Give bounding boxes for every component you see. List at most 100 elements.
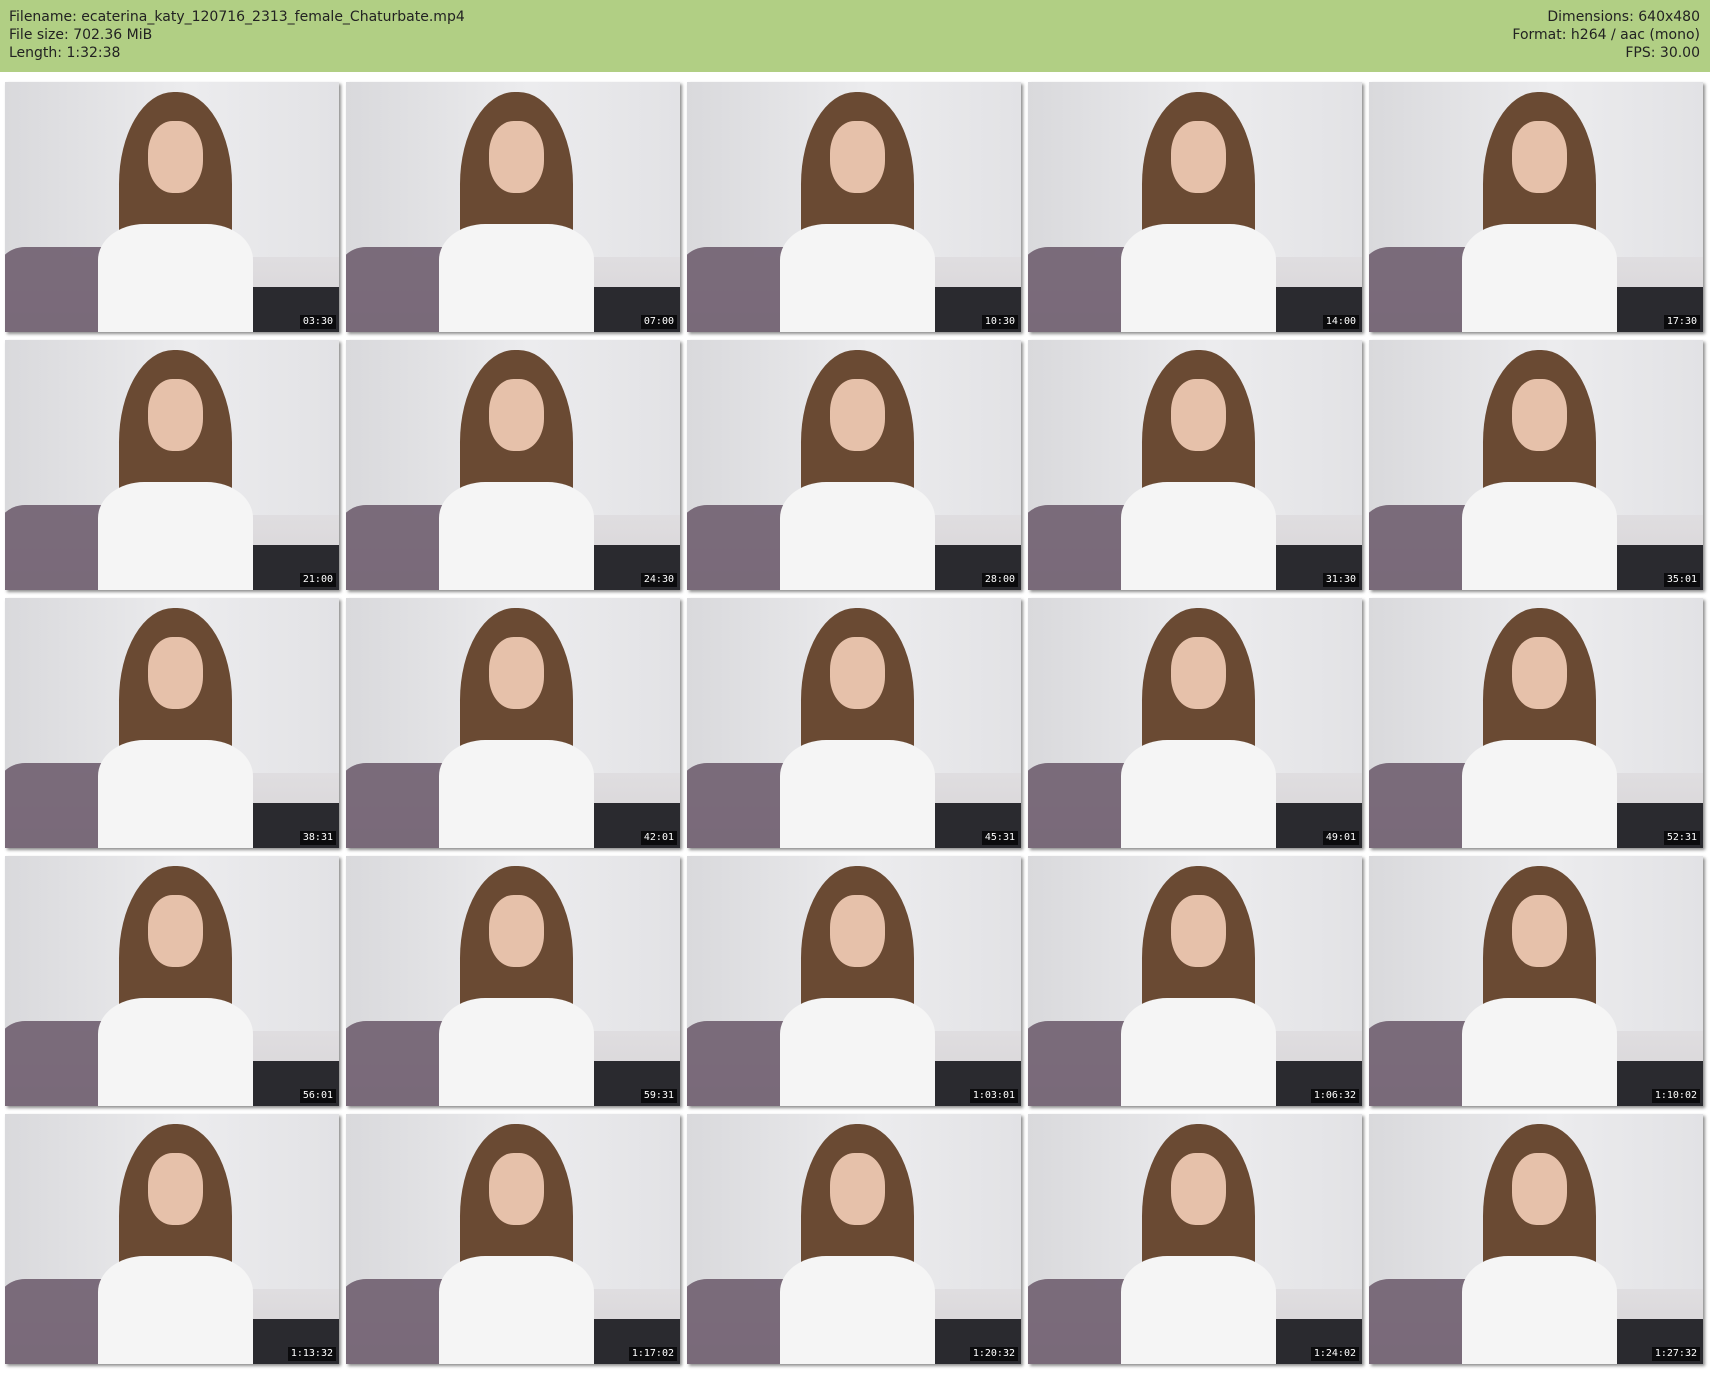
thumbnail-person [439,1124,594,1364]
video-thumbnail[interactable]: 07:00 [346,82,680,332]
thumbnail-person [1462,350,1617,590]
video-thumbnail[interactable]: 03:30 [5,82,339,332]
thumbnail-person [1462,866,1617,1106]
timestamp-label: 45:31 [981,831,1018,845]
thumbnail-shirt [780,482,935,590]
video-thumbnail[interactable]: 1:27:32 [1369,1114,1703,1364]
timestamp-label: 1:24:02 [1310,1347,1359,1361]
timestamp-label: 1:03:01 [969,1089,1018,1103]
video-thumbnail[interactable]: 56:01 [5,856,339,1106]
video-thumbnail[interactable]: 21:00 [5,340,339,590]
thumbnail-person [780,92,935,332]
video-thumbnail[interactable]: 42:01 [346,598,680,848]
thumbnail-person [1462,92,1617,332]
thumbnail-person [1121,608,1276,848]
video-thumbnail[interactable]: 28:00 [687,340,1021,590]
video-thumbnail[interactable]: 1:13:32 [5,1114,339,1364]
thumbnail-person [780,608,935,848]
timestamp-label: 07:00 [640,315,677,329]
thumbnail-shirt [439,740,594,848]
timestamp-label: 35:01 [1663,573,1700,587]
thumbnail-face [148,1152,203,1225]
timestamp-label: 28:00 [981,573,1018,587]
fps-label: FPS: 30.00 [1625,45,1700,61]
filename-label: Filename: ecaterina_katy_120716_2313_fem… [9,9,465,25]
thumbnail-person [98,350,253,590]
video-thumbnail[interactable]: 1:10:02 [1369,856,1703,1106]
thumbnail-shirt [780,740,935,848]
thumbnail-person [780,866,935,1106]
meta-right: Dimensions: 640x480 Format: h264 / aac (… [1512,8,1700,62]
thumbnail-face [1171,894,1226,967]
timestamp-label: 31:30 [1322,573,1359,587]
thumbnail-face [1512,1152,1567,1225]
thumbnail-shirt [439,1256,594,1364]
thumbnail-person [98,608,253,848]
video-thumbnail[interactable]: 31:30 [1028,340,1362,590]
thumbnail-shirt [439,998,594,1106]
video-thumbnail[interactable]: 1:20:32 [687,1114,1021,1364]
video-thumbnail[interactable]: 1:17:02 [346,1114,680,1364]
thumbnail-person [439,350,594,590]
thumbnail-shirt [780,998,935,1106]
video-thumbnail[interactable]: 1:03:01 [687,856,1021,1106]
thumbnail-shirt [1462,1256,1617,1364]
video-thumbnail[interactable]: 38:31 [5,598,339,848]
thumbnail-shirt [98,224,253,332]
video-thumbnail[interactable]: 24:30 [346,340,680,590]
video-thumbnail[interactable]: 45:31 [687,598,1021,848]
thumbnail-grid: 03:30 07:00 10:30 14:00 17:30 21:00 24:30 28:00… [5,82,1703,1364]
thumbnail-face [830,378,885,451]
length-label: Length: 1:32:38 [9,45,121,61]
thumbnail-shirt [780,1256,935,1364]
timestamp-label: 1:10:02 [1651,1089,1700,1103]
thumbnail-person [1121,1124,1276,1364]
thumbnail-face [489,1152,544,1225]
thumbnail-face [1512,120,1567,193]
thumbnail-person [780,1124,935,1364]
video-thumbnail[interactable]: 59:31 [346,856,680,1106]
meta-left: Filename: ecaterina_katy_120716_2313_fem… [9,8,465,62]
thumbnail-shirt [98,998,253,1106]
timestamp-label: 52:31 [1663,831,1700,845]
timestamp-label: 24:30 [640,573,677,587]
video-thumbnail[interactable]: 1:06:32 [1028,856,1362,1106]
timestamp-label: 14:00 [1322,315,1359,329]
timestamp-label: 10:30 [981,315,1018,329]
video-thumbnail[interactable]: 52:31 [1369,598,1703,848]
thumbnail-face [148,120,203,193]
thumbnail-shirt [1462,998,1617,1106]
timestamp-label: 21:00 [299,573,336,587]
thumbnail-person [439,608,594,848]
thumbnail-shirt [1121,1256,1276,1364]
thumbnail-face [1171,120,1226,193]
thumbnail-shirt [439,224,594,332]
thumbnail-shirt [98,1256,253,1364]
thumbnail-person [1121,350,1276,590]
thumbnail-person [1121,92,1276,332]
video-thumbnail[interactable]: 14:00 [1028,82,1362,332]
dimensions-label: Dimensions: 640x480 [1547,9,1700,25]
thumbnail-face [148,894,203,967]
video-thumbnail[interactable]: 17:30 [1369,82,1703,332]
video-thumbnail[interactable]: 10:30 [687,82,1021,332]
video-thumbnail[interactable]: 49:01 [1028,598,1362,848]
thumbnail-face [1171,1152,1226,1225]
timestamp-label: 1:27:32 [1651,1347,1700,1361]
video-thumbnail[interactable]: 35:01 [1369,340,1703,590]
thumbnail-shirt [98,482,253,590]
thumbnail-face [1512,378,1567,451]
thumbnail-face [1512,636,1567,709]
timestamp-label: 49:01 [1322,831,1359,845]
thumbnail-face [1171,636,1226,709]
thumbnail-shirt [98,740,253,848]
thumbnail-face [830,894,885,967]
timestamp-label: 59:31 [640,1089,677,1103]
thumbnail-person [98,92,253,332]
thumbnail-person [98,866,253,1106]
thumbnail-face [830,636,885,709]
video-thumbnail[interactable]: 1:24:02 [1028,1114,1362,1364]
info-header: Filename: ecaterina_katy_120716_2313_fem… [0,0,1710,72]
thumbnail-shirt [1462,482,1617,590]
thumbnail-shirt [1462,740,1617,848]
